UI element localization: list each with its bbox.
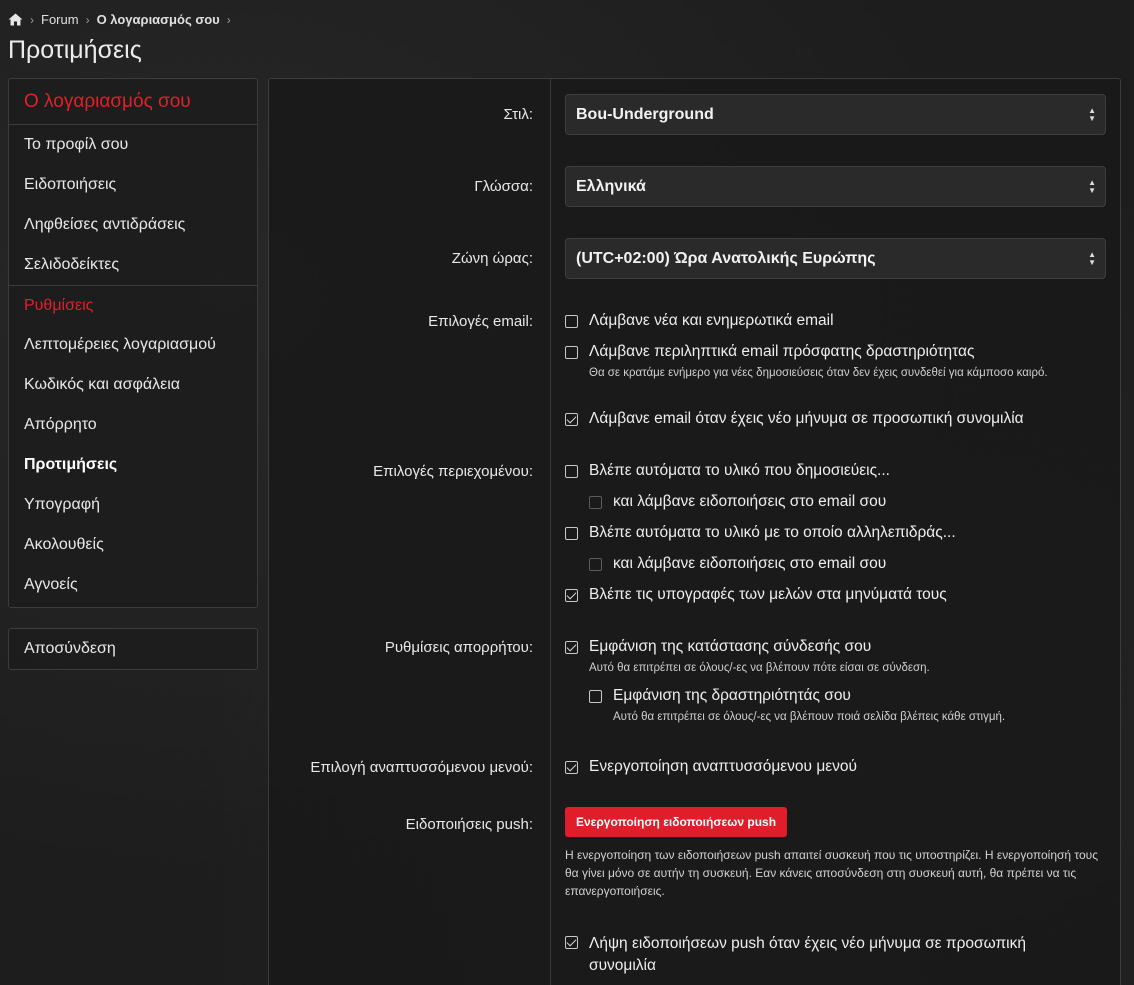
logout-block: Αποσύνδεση: [8, 628, 258, 670]
form-divider: [550, 79, 551, 985]
checkbox-label: Λάμβανε περιληπτικά email πρόσφατης δρασ…: [589, 343, 975, 360]
sidebar-item-following[interactable]: Ακολουθείς: [9, 525, 257, 565]
sidebar-item-alerts[interactable]: Ειδοποιήσεις: [9, 165, 257, 205]
style-select-value: Bou-Underground: [576, 105, 714, 123]
breadcrumb-forum-link[interactable]: Forum: [41, 12, 79, 27]
preferences-form: Στιλ: Bou-Underground ▲ ▼ Γλώσσα: Ελληνικ…: [268, 78, 1121, 985]
sidebar-item-account-details[interactable]: Λεπτομέρειες λογαριασμού: [9, 325, 257, 365]
home-icon[interactable]: [8, 13, 23, 26]
checkbox-label: Βλέπε αυτόματα το υλικό με το οποίο αλλη…: [589, 524, 956, 541]
sidebar-item-profile[interactable]: Το προφίλ σου: [9, 125, 257, 165]
checkbox-label: Ενεργοποίηση αναπτυσσόμενου μενού: [589, 758, 858, 775]
breadcrumb: › Forum › Ο λογαριασμός σου ›: [8, 12, 238, 27]
sidebar-section-settings: Ρυθμίσεις: [9, 285, 257, 325]
checkbox-label: Βλέπε τις υπογραφές των μελών στα μηνύμα…: [589, 586, 947, 603]
watch-created-checkbox[interactable]: Βλέπε αυτόματα το υλικό που δημοσιεύεις.…: [565, 462, 890, 480]
checkbox-unchecked[interactable]: [565, 315, 578, 328]
checkbox-checked[interactable]: [565, 589, 578, 602]
email-digest-checkbox[interactable]: Λάμβανε περιληπτικά email πρόσφατης δρασ…: [565, 343, 1095, 382]
checkbox-disabled[interactable]: [589, 558, 602, 571]
up-down-arrows-icon: ▲ ▼: [1088, 106, 1096, 123]
checkbox-unchecked[interactable]: [565, 527, 578, 540]
page-title: Προτιμήσεις: [8, 36, 142, 64]
sidebar-item-bookmarks[interactable]: Σελιδοδείκτες: [9, 245, 257, 285]
checkbox-unchecked[interactable]: [565, 465, 578, 478]
checkbox-checked[interactable]: [565, 936, 578, 949]
dropdown-menu-checkbox[interactable]: Ενεργοποίηση αναπτυσσόμενου μενού: [565, 758, 857, 776]
language-label: Γλώσσα:: [474, 178, 533, 195]
up-down-arrows-icon: ▲ ▼: [1088, 178, 1096, 195]
checkbox-label: Λάμβανε νέα και ενημερωτικά email: [589, 312, 834, 329]
sidebar-header[interactable]: Ο λογαριασμός σου: [9, 79, 257, 125]
dropdown-menu-label: Επιλογή αναπτυσσόμενου μενού:: [310, 759, 533, 776]
email-newsletter-checkbox[interactable]: Λάμβανε νέα και ενημερωτικά email: [565, 312, 834, 330]
checkbox-label: και λάμβανε ειδοποιήσεις στο email σου: [613, 493, 887, 510]
show-activity-checkbox[interactable]: Εμφάνιση της δραστηριότητάς σου Αυτό θα …: [589, 687, 1005, 726]
chevron-right-icon: ›: [226, 12, 231, 27]
checkbox-hint: Αυτό θα επιτρέπει σε όλους/-ες να βλέπου…: [613, 711, 1006, 723]
language-select-value: Ελληνικά: [576, 177, 646, 195]
push-hint: Η ενεργοποίηση των ειδοποιήσεων push απα…: [565, 848, 1099, 898]
sidebar-item-signature[interactable]: Υπογραφή: [9, 485, 257, 525]
up-down-arrows-icon: ▲ ▼: [1088, 250, 1096, 267]
watch-created-email-checkbox[interactable]: και λάμβανε ειδοποιήσεις στο email σου: [589, 493, 886, 511]
checkbox-unchecked[interactable]: [589, 690, 602, 703]
timezone-select-value: (UTC+02:00) Ώρα Ανατολικής Ευρώπης: [576, 249, 876, 267]
checkbox-label: Λάμβανε email όταν έχεις νέο μήνυμα σε π…: [589, 410, 1024, 427]
checkbox-disabled[interactable]: [589, 496, 602, 509]
push-label: Ειδοποιήσεις push:: [405, 816, 533, 833]
timezone-select[interactable]: (UTC+02:00) Ώρα Ανατολικής Ευρώπης ▲ ▼: [565, 238, 1106, 279]
style-label: Στιλ:: [503, 106, 533, 123]
show-online-checkbox[interactable]: Εμφάνιση της κατάστασης σύνδεσής σου Αυτ…: [565, 638, 930, 677]
sidebar-item-ignoring[interactable]: Αγνοείς: [9, 565, 257, 605]
checkbox-checked[interactable]: [565, 761, 578, 774]
sidebar-item-privacy[interactable]: Απόρρητο: [9, 405, 257, 445]
logout-link[interactable]: Αποσύνδεση: [9, 629, 257, 669]
email-options-label: Επιλογές email:: [428, 313, 533, 330]
watch-interacted-checkbox[interactable]: Βλέπε αυτόματα το υλικό με το οποίο αλλη…: [565, 524, 956, 542]
chevron-right-icon: ›: [85, 12, 90, 27]
breadcrumb-account-link[interactable]: Ο λογαριασμός σου: [97, 12, 220, 27]
privacy-label: Ρυθμίσεις απορρήτου:: [384, 639, 533, 656]
checkbox-label: Λήψη ειδοποιήσεων push όταν έχεις νέο μή…: [589, 935, 1026, 974]
checkbox-label: Εμφάνιση της κατάστασης σύνδεσής σου: [589, 638, 872, 655]
enable-push-button[interactable]: Ενεργοποίηση ειδοποιήσεων push: [565, 807, 788, 837]
sidebar-item-reactions[interactable]: Ληφθείσες αντιδράσεις: [9, 205, 257, 245]
checkbox-label: Εμφάνιση της δραστηριότητάς σου: [613, 687, 851, 704]
style-select[interactable]: Bou-Underground ▲ ▼: [565, 94, 1106, 135]
push-conversation-checkbox[interactable]: Λήψη ειδοποιήσεων push όταν έχεις νέο μή…: [565, 933, 1075, 977]
checkbox-unchecked[interactable]: [565, 346, 578, 359]
sidebar-item-preferences[interactable]: Προτιμήσεις: [9, 445, 257, 485]
checkbox-label: Βλέπε αυτόματα το υλικό που δημοσιεύεις.…: [589, 462, 890, 479]
timezone-label: Ζώνη ώρας:: [451, 250, 533, 267]
checkbox-hint: Θα σε κρατάμε ενήμερο για νέες δημοσιεύσ…: [589, 367, 1048, 379]
account-sidebar: Ο λογαριασμός σου Το προφίλ σου Ειδοποιή…: [8, 78, 258, 608]
content-options-label: Επιλογές περιεχομένου:: [373, 463, 533, 480]
checkbox-checked[interactable]: [565, 641, 578, 654]
checkbox-label: και λάμβανε ειδοποιήσεις στο email σου: [613, 555, 887, 572]
email-conversation-checkbox[interactable]: Λάμβανε email όταν έχεις νέο μήνυμα σε π…: [565, 410, 1024, 428]
sidebar-item-security[interactable]: Κωδικός και ασφάλεια: [9, 365, 257, 405]
show-signatures-checkbox[interactable]: Βλέπε τις υπογραφές των μελών στα μηνύμα…: [565, 586, 947, 604]
checkbox-checked[interactable]: [565, 413, 578, 426]
checkbox-hint: Αυτό θα επιτρέπει σε όλους/-ες να βλέπου…: [589, 662, 930, 674]
language-select[interactable]: Ελληνικά ▲ ▼: [565, 166, 1106, 207]
chevron-right-icon: ›: [30, 12, 34, 27]
watch-interacted-email-checkbox[interactable]: και λάμβανε ειδοποιήσεις στο email σου: [589, 555, 886, 573]
